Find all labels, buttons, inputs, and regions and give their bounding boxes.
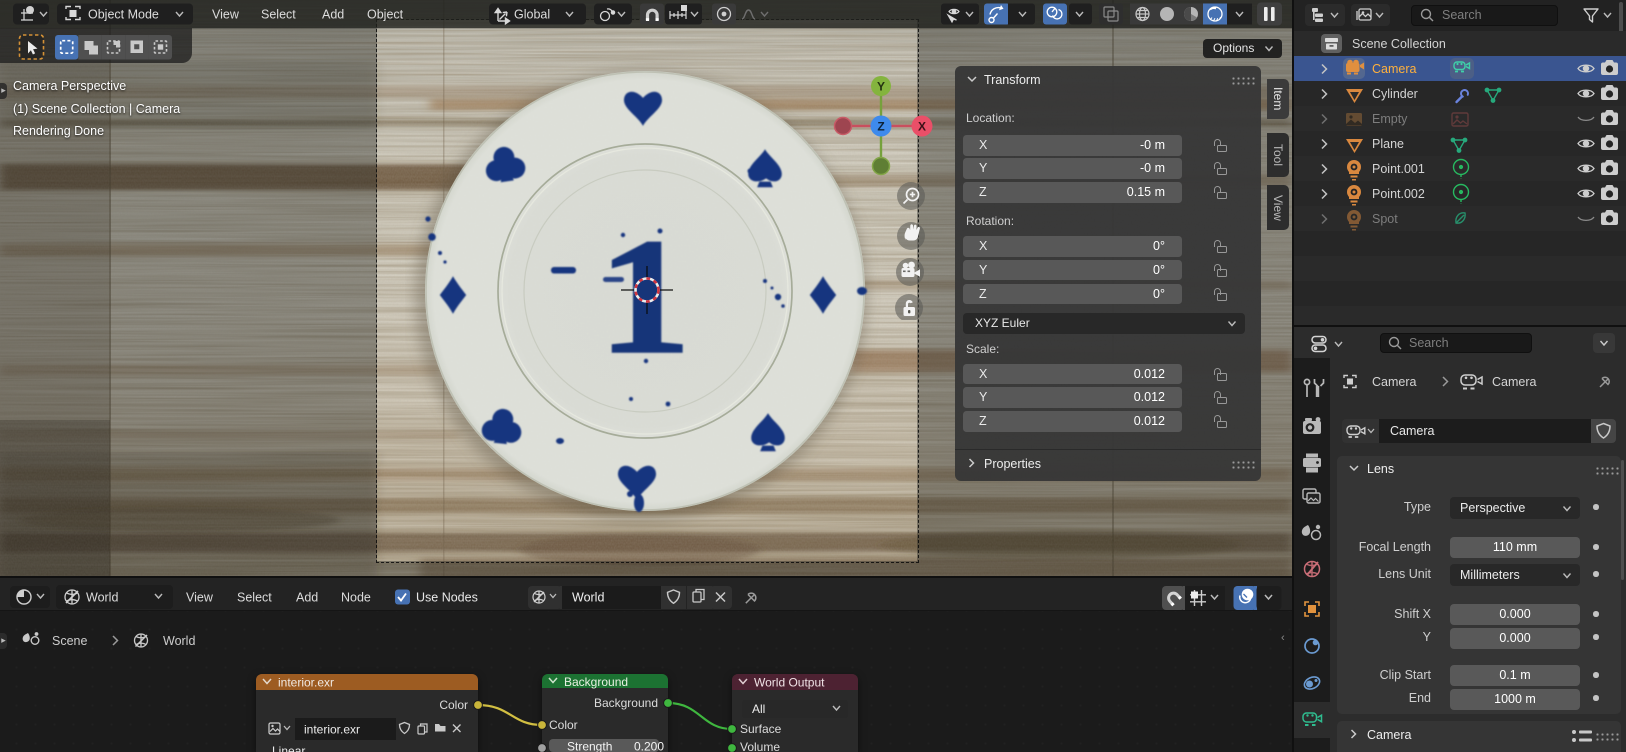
svg-text:Add: Add [322,8,344,22]
svg-text:Spot: Spot [1372,212,1398,226]
svg-text:Background: Background [594,696,658,710]
svg-text:Z: Z [877,120,884,134]
svg-text:All: All [752,702,765,716]
svg-text:Plane: Plane [1372,137,1404,151]
svg-text:0.200: 0.200 [634,740,664,752]
svg-text:Scene Collection: Scene Collection [1352,37,1446,51]
svg-text:interior.exr: interior.exr [304,723,360,737]
svg-text:Background: Background [564,675,628,689]
svg-text:Linear: Linear [272,744,305,752]
svg-text:Select: Select [261,8,296,22]
svg-text:Color: Color [549,718,578,732]
svg-text:interior.exr: interior.exr [278,676,334,690]
svg-text:Object Mode: Object Mode [88,8,159,22]
svg-text:Camera: Camera [1492,375,1537,389]
svg-text:Cylinder: Cylinder [1372,87,1418,101]
svg-text:Camera: Camera [1372,375,1417,389]
svg-text:Color: Color [439,698,468,712]
svg-text:View: View [212,8,240,22]
svg-text:Empty: Empty [1372,112,1408,126]
svg-text:Object: Object [367,8,404,22]
svg-text:Y: Y [877,80,885,94]
svg-text:Volume: Volume [740,740,780,752]
svg-text:Strength: Strength [567,740,612,752]
svg-text:Point.002: Point.002 [1372,187,1425,201]
svg-text:X: X [918,120,926,134]
svg-text:Camera: Camera [1372,62,1417,76]
svg-text:Surface: Surface [740,722,782,736]
svg-text:World Output: World Output [754,676,825,690]
svg-text:Point.001: Point.001 [1372,162,1425,176]
svg-text:Global: Global [514,8,550,22]
